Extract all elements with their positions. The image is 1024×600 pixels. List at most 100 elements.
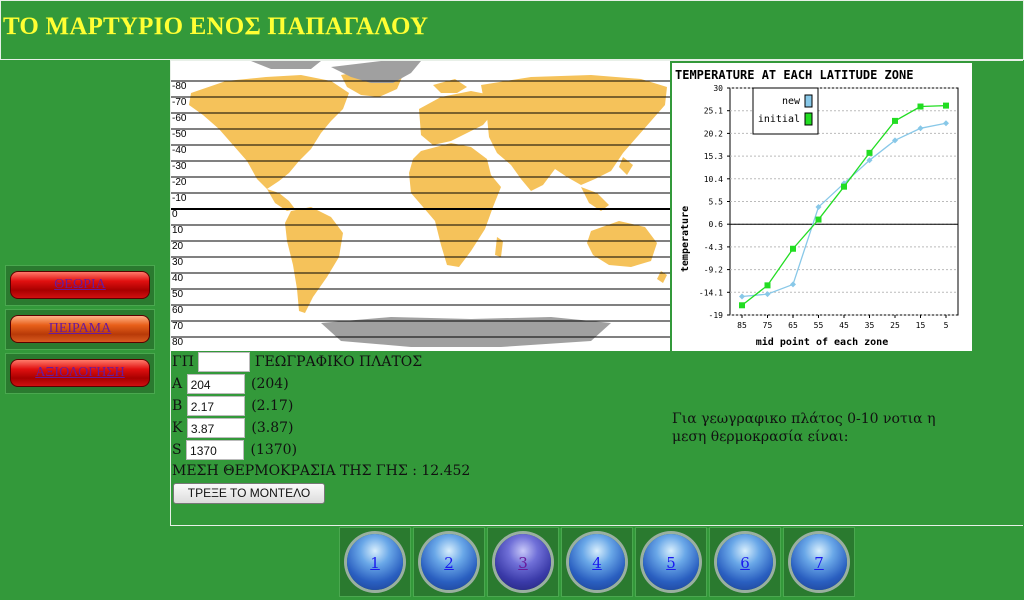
gp-label: ΓΠ	[172, 354, 194, 370]
world-map: -80 -70 -60 -50 -40 -30 -20 -10 0 10 20 30 40 50 60 70 8…	[171, 61, 670, 351]
k-input[interactable]: 3.87	[186, 418, 245, 438]
latitude-input[interactable]	[198, 352, 251, 372]
latitude-label: -10	[172, 193, 187, 204]
page-5-button[interactable]: 5	[635, 527, 707, 597]
page-5-link[interactable]: 5	[643, 554, 699, 572]
run-model-button[interactable]: ΤΡΕΞΕ ΤΟ ΜΟΝΤΕΛΟ	[173, 483, 325, 504]
chart-y-axis-label: temperature	[680, 206, 691, 272]
page-orb[interactable]: 4	[569, 534, 625, 590]
experiment-button[interactable]: ΠΕΙΡΑΜΑ	[10, 315, 150, 343]
y-tick-label: 15.3	[704, 152, 723, 161]
latitude-label: 50	[172, 289, 184, 300]
result-note: Για γεωγραφικο πλάτος 0-10 νοτια η μεση …	[672, 411, 936, 445]
data-point-new	[764, 291, 771, 298]
sidebar: ΘΕΩΡΙΑ ΠΕΙΡΑΜΑ ΑΞΙΟΛΟΓΗΣΗ	[5, 265, 157, 397]
y-tick-label: 25.1	[704, 107, 723, 116]
page-orb[interactable]: 1	[347, 534, 403, 590]
legend-swatch-initial	[804, 112, 813, 126]
page-7-link[interactable]: 7	[791, 554, 847, 572]
evaluation-button[interactable]: ΑΞΙΟΛΟΓΗΣΗ	[10, 359, 150, 387]
latitude-labels: -80 -70 -60 -50 -40 -30 -20 -10 0 10 20 30 40 50 60 70 8…	[172, 81, 187, 348]
page-orb-active[interactable]: 3	[495, 534, 551, 590]
x-tick-label: 45	[839, 321, 849, 330]
latitude-label: -70	[172, 97, 187, 108]
latitude-label: 80	[172, 337, 184, 348]
data-point-initial	[739, 302, 745, 309]
theory-button[interactable]: ΘΕΩΡΙΑ	[10, 271, 150, 299]
s-default: (1370)	[250, 442, 298, 458]
latitude-label: -20	[172, 177, 187, 188]
latitude-label: 40	[172, 273, 184, 284]
sidebar-item-experiment[interactable]: ΠΕΙΡΑΜΑ	[5, 309, 155, 350]
a-label: A	[172, 376, 183, 392]
y-tick-label: 20.2	[704, 129, 723, 138]
data-point-initial	[917, 103, 924, 110]
page-2-button[interactable]: 2	[413, 527, 485, 597]
b-default: (2.17)	[251, 398, 294, 414]
mean-temperature-text: ΜΕΣΗ ΘΕΡΜΟΚΡΑΣΙΑ ΤΗΣ ΓΗΣ : 12.452	[172, 463, 471, 479]
sidebar-item-theory[interactable]: ΘΕΩΡΙΑ	[5, 265, 155, 306]
x-tick-label: 85	[737, 321, 747, 330]
page-4-link[interactable]: 4	[569, 554, 625, 572]
legend-label-initial: initial	[758, 114, 800, 125]
y-tick-label: -4.3	[704, 243, 723, 252]
b-input[interactable]: 2.17	[186, 396, 245, 416]
latitude-label: 30	[172, 257, 184, 268]
page-orb[interactable]: 5	[643, 534, 699, 590]
data-point-new	[943, 120, 949, 127]
page-1-button[interactable]: 1	[339, 527, 411, 597]
y-tick-label: 30	[713, 84, 723, 93]
latitude-label: -40	[172, 145, 187, 156]
y-tick-label: 10.4	[704, 175, 723, 184]
k-label: K	[172, 420, 183, 436]
page-6-button[interactable]: 6	[709, 527, 781, 597]
theory-link[interactable]: ΘΕΩΡΙΑ	[11, 272, 149, 298]
evaluation-link[interactable]: ΑΞΙΟΛΟΓΗΣΗ	[11, 360, 149, 386]
page-orb[interactable]: 2	[421, 534, 477, 590]
data-point-initial	[815, 216, 822, 223]
page-orb[interactable]: 6	[717, 534, 773, 590]
chart-x-axis-label: mid point of each zone	[756, 336, 888, 348]
sidebar-item-evaluation[interactable]: ΑΞΙΟΛΟΓΗΣΗ	[5, 353, 155, 394]
page-3-button[interactable]: 3	[487, 527, 559, 597]
data-point-initial	[790, 245, 796, 252]
latitude-label: 0	[172, 209, 178, 220]
s-input[interactable]: 1370	[186, 440, 245, 460]
experiment-link[interactable]: ΠΕΙΡΑΜΑ	[11, 316, 149, 342]
a-input[interactable]: 204	[186, 374, 245, 394]
x-tick-label: 5	[944, 321, 949, 330]
header-bar: ΤΟ ΜΑΡΤΥΡΙΟ ΕΝΟΣ ΠΑΠΑΓΑΛΟΥ	[0, 0, 1024, 60]
y-tick-label: 0.6	[709, 220, 724, 229]
data-point-initial	[892, 117, 898, 124]
data-point-initial	[764, 282, 771, 289]
latitude-label: -60	[172, 113, 187, 124]
page-1-link[interactable]: 1	[347, 554, 403, 572]
page-orb[interactable]: 7	[791, 534, 847, 590]
latitude-label: -80	[172, 81, 187, 92]
k-default: (3.87)	[251, 420, 294, 436]
x-tick-label: 65	[788, 321, 798, 330]
y-tick-label: -19	[709, 311, 724, 320]
latitude-label: 20	[172, 241, 184, 252]
page-4-button[interactable]: 4	[561, 527, 633, 597]
page-2-link[interactable]: 2	[421, 554, 477, 572]
x-tick-label: 55	[814, 321, 824, 330]
world-map-svg: -80 -70 -60 -50 -40 -30 -20 -10 0 10 20 30 40 50 60 70 8…	[171, 61, 670, 348]
latitude-caption: ΓΕΩΓΡΑΦΙΚΟ ΠΛΑΤΟΣ	[254, 354, 423, 370]
continents	[189, 69, 667, 313]
data-point-initial	[866, 149, 873, 156]
chart-title: TEMPERATURE AT EACH LATITUDE ZONE	[675, 68, 913, 82]
page-3-link[interactable]: 3	[495, 554, 551, 572]
latitude-label: 70	[172, 321, 184, 332]
s-label: S	[172, 442, 182, 458]
page-6-link[interactable]: 6	[717, 554, 773, 572]
y-tick-label: -9.2	[704, 266, 723, 275]
temperature-chart-svg: TEMPERATURE AT EACH LATITUDE ZONE temper…	[675, 68, 959, 348]
x-tick-label: 15	[916, 321, 926, 330]
y-tick-label: -14.1	[699, 288, 723, 297]
x-tick-label: 25	[890, 321, 900, 330]
page-7-button[interactable]: 7	[783, 527, 855, 597]
y-tick-label: 5.5	[709, 198, 724, 207]
legend-label-new: new	[782, 96, 801, 107]
data-point-new	[790, 281, 796, 288]
